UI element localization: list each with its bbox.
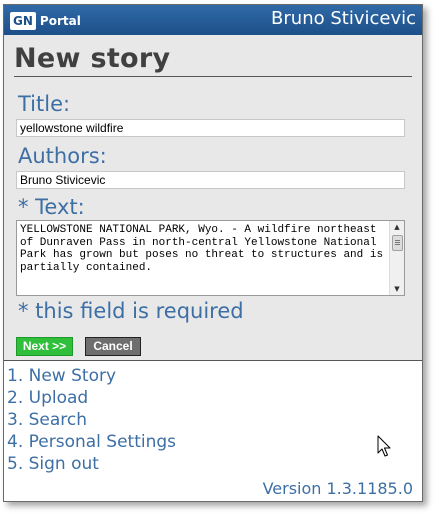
new-story-form: New story Title: yellowstone wildfire Au… <box>4 35 422 360</box>
title-field[interactable]: yellowstone wildfire <box>16 119 405 137</box>
page-title: New story <box>14 43 171 74</box>
logo-badge: GN <box>10 12 36 30</box>
menu-item-search[interactable]: 3. Search <box>7 409 176 431</box>
gn-portal-logo-icon: GN Portal <box>10 11 81 31</box>
app-window: GN Portal Bruno Stivicevic New story Tit… <box>3 4 423 502</box>
story-text-field[interactable]: YELLOWSTONE NATIONAL PARK, Wyo. - A wild… <box>16 220 405 296</box>
scroll-up-arrow-icon[interactable]: ▲ <box>390 221 404 233</box>
menu-item-new-story[interactable]: 1. New Story <box>7 365 176 387</box>
title-label: Title: <box>18 92 71 116</box>
mouse-pointer-icon <box>377 435 391 457</box>
menu-item-sign-out[interactable]: 5. Sign out <box>7 453 176 475</box>
menu-item-upload[interactable]: 2. Upload <box>7 387 176 409</box>
title-divider <box>14 76 412 77</box>
main-menu: 1. New Story 2. Upload 3. Search 4. Pers… <box>7 365 176 475</box>
menu-item-personal-settings[interactable]: 4. Personal Settings <box>7 431 176 453</box>
text-label: * Text: <box>18 195 85 219</box>
content-divider <box>4 360 422 361</box>
user-name: Bruno Stivicevic <box>271 8 416 29</box>
version-label: Version 1.3.1185.0 <box>262 479 413 498</box>
scroll-thumb[interactable] <box>392 235 403 251</box>
textarea-scrollbar[interactable]: ▲ ▼ <box>389 221 404 295</box>
authors-field[interactable]: Bruno Stivicevic <box>16 171 405 189</box>
header-bar: GN Portal Bruno Stivicevic <box>4 5 422 35</box>
story-text-value: YELLOWSTONE NATIONAL PARK, Wyo. - A wild… <box>20 224 384 274</box>
required-field-note: * this field is required <box>18 299 244 323</box>
scroll-down-arrow-icon[interactable]: ▼ <box>390 283 404 295</box>
next-button[interactable]: Next >> <box>16 337 73 356</box>
authors-label: Authors: <box>18 144 107 168</box>
cancel-button[interactable]: Cancel <box>85 337 141 356</box>
logo-text: Portal <box>39 14 81 28</box>
